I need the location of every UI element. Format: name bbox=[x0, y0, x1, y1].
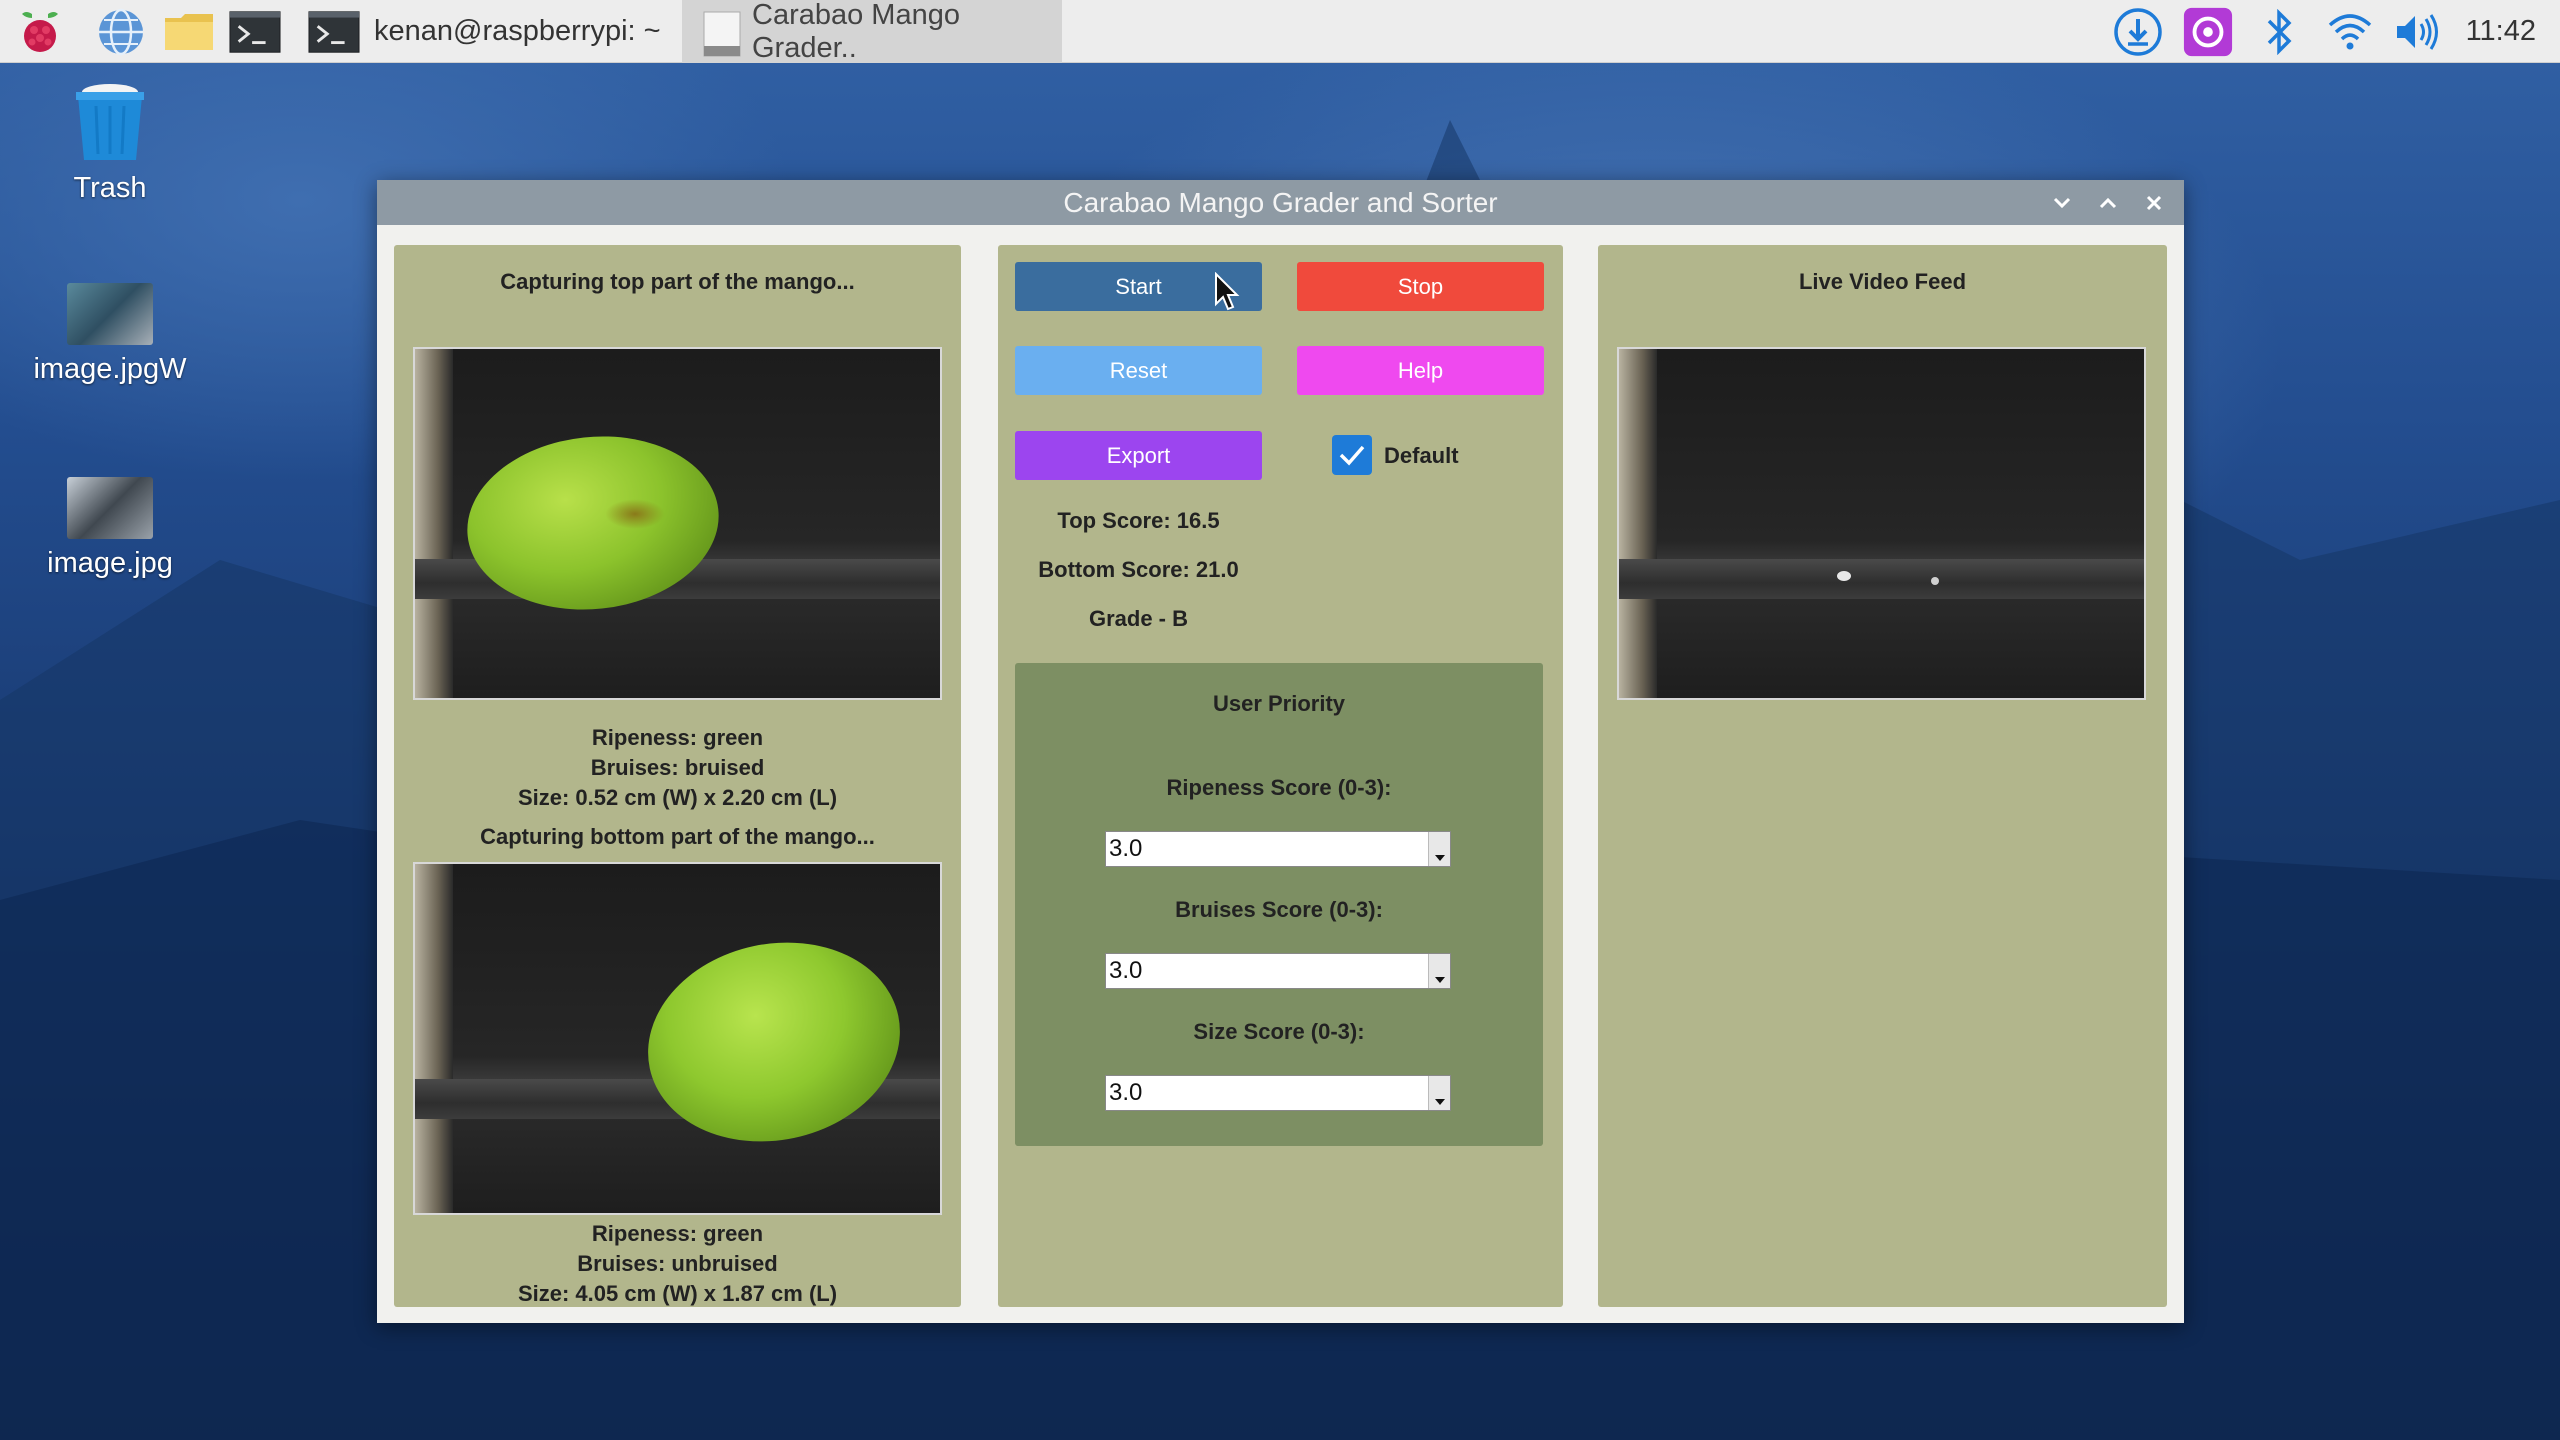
terminal-task-label[interactable]: kenan@raspberrypi: ~ bbox=[374, 0, 661, 63]
default-checkbox[interactable] bbox=[1332, 435, 1372, 475]
top-ripeness: Ripeness: green bbox=[591, 725, 764, 750]
ripeness-score-select[interactable]: 3.0 bbox=[1105, 831, 1451, 867]
reset-button[interactable]: Reset bbox=[1015, 346, 1262, 395]
bruises-score-label: Bruises Score (0-3): bbox=[1175, 897, 1383, 922]
active-task-label: Carabao Mango Grader.. bbox=[752, 0, 960, 64]
top-capture-image bbox=[413, 347, 942, 700]
image-thumbnail-icon bbox=[67, 283, 153, 345]
bottom-capture-image bbox=[413, 862, 942, 1215]
capture-panel: Capturing top part of the mango... Ripen… bbox=[394, 245, 961, 1307]
desktop-icon-trash[interactable]: Trash bbox=[20, 78, 200, 205]
bluetooth-icon[interactable] bbox=[2254, 6, 2306, 58]
trash-icon bbox=[70, 78, 150, 164]
help-button[interactable]: Help bbox=[1297, 346, 1544, 395]
file-manager-folder-icon[interactable] bbox=[163, 6, 215, 58]
live-video-title: Live Video Feed bbox=[1798, 269, 1967, 294]
bottom-bruises: Bruises: unbruised bbox=[577, 1251, 778, 1276]
close-icon[interactable] bbox=[2142, 191, 2166, 215]
mouse-cursor-icon bbox=[1215, 272, 1240, 311]
terminal-launcher-icon[interactable] bbox=[229, 6, 281, 58]
desktop-icon-label: image.jpgW bbox=[33, 353, 187, 385]
default-checkbox-label[interactable]: Default bbox=[1384, 443, 1459, 469]
top-score: Top Score: 16.5 bbox=[1057, 508, 1220, 533]
window-titlebar[interactable]: Carabao Mango Grader and Sorter bbox=[377, 180, 2184, 225]
bottom-score: Bottom Score: 21.0 bbox=[1038, 557, 1239, 582]
raspberry-menu-icon[interactable] bbox=[14, 6, 66, 58]
minimize-icon[interactable] bbox=[2050, 191, 2074, 215]
bottom-capture-status: Capturing bottom part of the mango... bbox=[480, 824, 875, 849]
mango-grader-window: Carabao Mango Grader and Sorter Capturin… bbox=[377, 180, 2184, 1323]
ripeness-score-label: Ripeness Score (0-3): bbox=[1166, 775, 1392, 800]
top-bruises: Bruises: bruised bbox=[590, 755, 765, 780]
dropdown-arrow-icon[interactable] bbox=[1428, 954, 1450, 988]
window-app-icon bbox=[696, 8, 748, 60]
clock[interactable]: 11:42 bbox=[2466, 0, 2536, 63]
live-video-feed bbox=[1617, 347, 2146, 700]
ripeness-score-value: 3.0 bbox=[1109, 835, 1143, 862]
live-video-panel: Live Video Feed bbox=[1598, 245, 2167, 1307]
active-task-mango-grader[interactable]: Carabao Mango Grader.. bbox=[682, 0, 1062, 64]
image-thumbnail-icon bbox=[67, 477, 153, 539]
window-content: Capturing top part of the mango... Ripen… bbox=[377, 225, 2184, 1323]
stop-button[interactable]: Stop bbox=[1297, 262, 1544, 311]
taskbar: kenan@raspberrypi: ~ Carabao Mango Grade… bbox=[0, 0, 2560, 64]
dropdown-arrow-icon[interactable] bbox=[1428, 1076, 1450, 1110]
window-title: Carabao Mango Grader and Sorter bbox=[1063, 186, 1498, 218]
export-button[interactable]: Export bbox=[1015, 431, 1262, 480]
size-score-label: Size Score (0-3): bbox=[1193, 1019, 1365, 1044]
top-size: Size: 0.52 cm (W) x 2.20 cm (L) bbox=[517, 785, 838, 810]
wifi-icon[interactable] bbox=[2324, 6, 2376, 58]
browser-globe-icon[interactable] bbox=[95, 6, 147, 58]
desktop-icon-label: image.jpg bbox=[47, 547, 173, 579]
desktop-icon-image-jpg[interactable]: image.jpg bbox=[20, 477, 200, 580]
grade-result: Grade - B bbox=[1088, 606, 1189, 631]
dropdown-arrow-icon[interactable] bbox=[1428, 832, 1450, 866]
download-updates-icon[interactable] bbox=[2112, 6, 2164, 58]
checkmark-icon bbox=[1339, 445, 1365, 466]
maximize-icon[interactable] bbox=[2096, 191, 2120, 215]
bruises-score-value: 3.0 bbox=[1109, 957, 1143, 984]
size-score-select[interactable]: 3.0 bbox=[1105, 1075, 1451, 1111]
user-priority-panel: User Priority Ripeness Score (0-3): 3.0 … bbox=[1015, 663, 1543, 1146]
control-panel: Start Stop Reset Help Export Default Top… bbox=[998, 245, 1563, 1307]
bottom-size: Size: 4.05 cm (W) x 1.87 cm (L) bbox=[517, 1281, 838, 1306]
user-priority-title: User Priority bbox=[1212, 691, 1346, 716]
desktop-icon-image-jpgw[interactable]: image.jpgW bbox=[20, 283, 200, 386]
bruises-score-select[interactable]: 3.0 bbox=[1105, 953, 1451, 989]
size-score-value: 3.0 bbox=[1109, 1079, 1143, 1106]
volume-icon[interactable] bbox=[2392, 6, 2444, 58]
top-capture-status: Capturing top part of the mango... bbox=[500, 269, 855, 294]
terminal-task-icon[interactable] bbox=[308, 6, 360, 58]
bottom-ripeness: Ripeness: green bbox=[591, 1221, 764, 1246]
screenshot-tool-icon[interactable] bbox=[2182, 6, 2234, 58]
desktop-icon-label: Trash bbox=[73, 172, 147, 204]
